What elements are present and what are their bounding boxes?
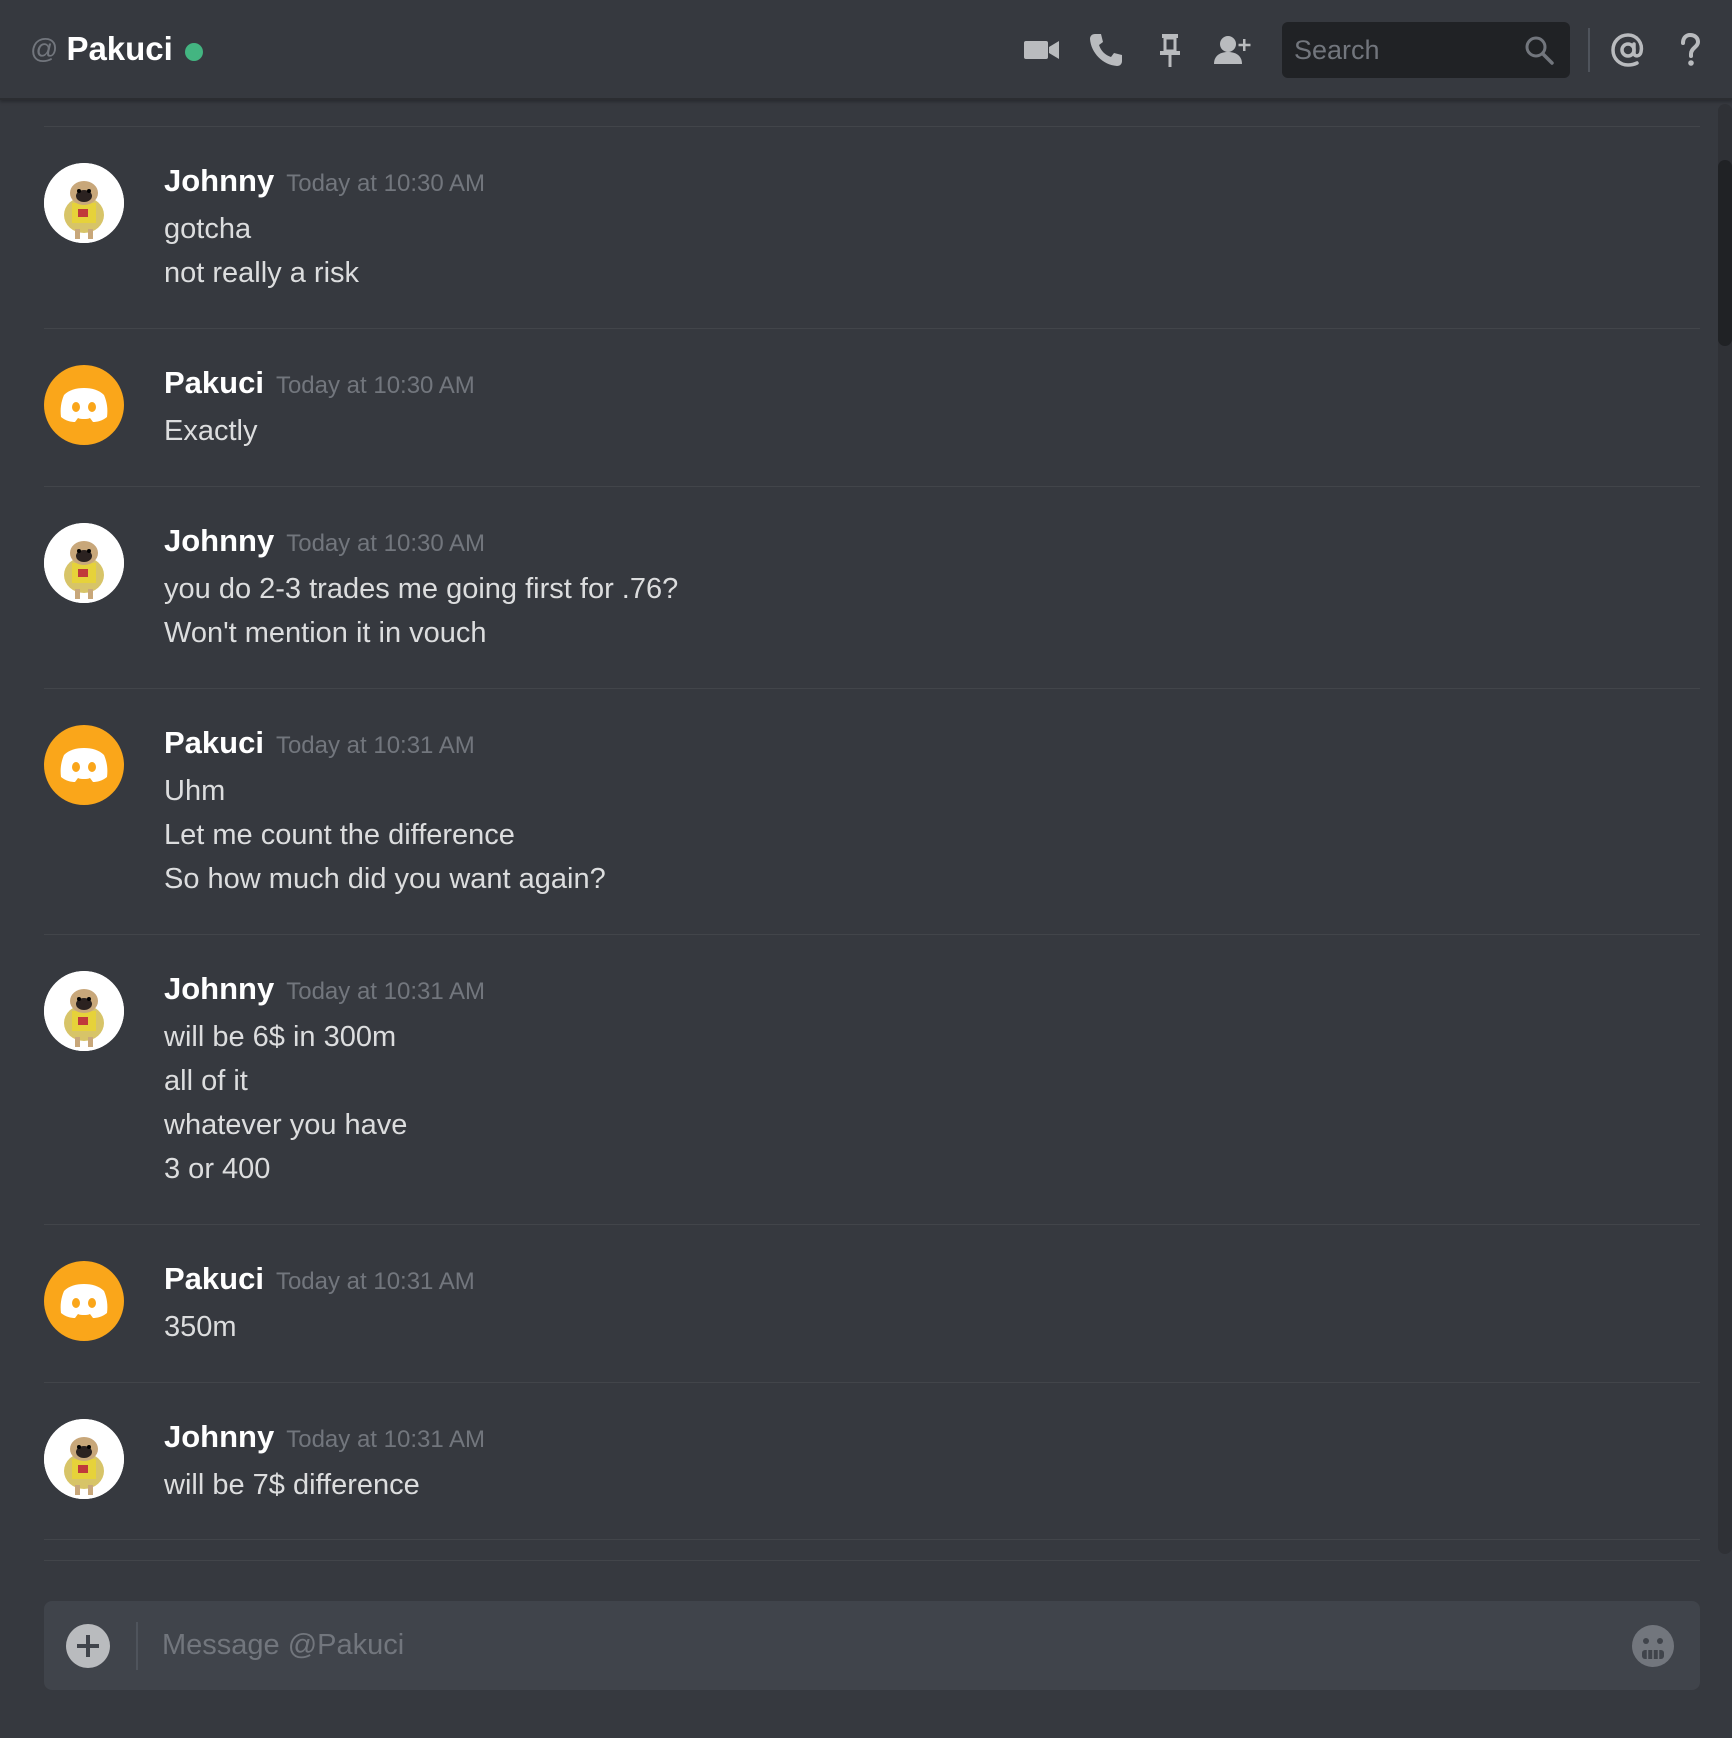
pug-avatar[interactable] [44,163,124,243]
help-icon [1681,32,1701,66]
message-header: Pakuci Today at 10:31 AM [164,1261,475,1305]
add-friend-icon [1214,36,1251,64]
scrollbar-thumb[interactable] [1718,160,1732,346]
message-group: Johnny Today at 10:31 AM will be 7$ diff… [44,1382,1700,1540]
add-attachment-icon [77,1634,99,1657]
message-timestamp: Today at 10:30 AM [286,530,486,557]
message-line: Uhm [164,775,226,807]
message-group: Johnny Today at 10:30 AM gotcha not real… [44,126,1700,328]
discord-logo-icon [60,1284,108,1318]
message-composer [44,1601,1700,1690]
message-timestamp: Today at 10:31 AM [286,978,486,1005]
message-header: Johnny Today at 10:31 AM [164,971,485,1015]
channel-title-area: @ Pakuci [30,30,203,68]
channel-name[interactable]: Pakuci [66,30,172,68]
message-group: Pakuci Today at 10:31 AM 350m [44,1224,1700,1382]
pug-avatar-icon [44,163,124,243]
pug-avatar[interactable] [44,523,124,603]
author-name[interactable]: Pakuci [164,365,264,401]
video-icon [1024,41,1059,59]
emoji-icon[interactable] [1630,1623,1676,1669]
message-header: Johnny Today at 10:31 AM [164,1419,485,1463]
message-timestamp: Today at 10:30 AM [275,372,475,399]
add-attachment-button[interactable] [66,1623,110,1668]
message-content: Pakuci Today at 10:31 AM Uhm Let me coun… [164,725,606,901]
message-line: So how much did you want again? [164,863,606,895]
message-list[interactable]: Johnny Today at 10:30 AM gotcha not real… [0,100,1718,1560]
message-header: Johnny Today at 10:30 AM [164,523,678,567]
mention-icon [1611,33,1644,67]
help-button[interactable] [1668,28,1712,72]
message-timestamp: Today at 10:31 AM [275,732,475,759]
app-window: @ Pakuci Search Johnny Today at 10:30 AM… [0,0,1732,1738]
message-line: Let me count the difference [164,819,515,851]
message-line: all of it [164,1065,248,1097]
channel-header: @ Pakuci Search [0,0,1732,100]
message-line: Exactly [164,415,258,447]
message-timestamp: Today at 10:31 AM [275,1268,475,1295]
composer-divider [136,1621,138,1670]
video-call-button[interactable] [1020,28,1064,72]
mentions-button[interactable] [1606,28,1650,72]
search-bar[interactable]: Search [1282,22,1570,78]
message-timestamp: Today at 10:30 AM [286,170,486,197]
discord-logo-icon [60,748,108,782]
message-content: Pakuci Today at 10:31 AM 350m [164,1261,475,1349]
discord-logo-icon [60,388,108,422]
discord-default-avatar[interactable] [44,725,124,805]
pug-avatar[interactable] [44,971,124,1051]
author-name[interactable]: Johnny [164,971,274,1007]
message-group: Pakuci Today at 10:31 AM Uhm Let me coun… [44,688,1700,934]
message-group: Pakuci Today at 10:30 AM Exactly [44,328,1700,486]
voice-call-button[interactable] [1084,28,1128,72]
pinned-messages-button[interactable] [1148,28,1192,72]
header-divider [1588,28,1590,72]
message-timestamp: Today at 10:31 AM [286,1426,486,1453]
author-name[interactable]: Johnny [164,163,274,199]
message-header: Pakuci Today at 10:30 AM [164,365,475,409]
message-line: you do 2-3 trades me going first for .76… [164,573,679,605]
message-header: Johnny Today at 10:30 AM [164,163,485,207]
message-content: Johnny Today at 10:30 AM you do 2-3 trad… [164,523,678,655]
message-line: gotcha [164,213,252,245]
discord-default-avatar[interactable] [44,1261,124,1341]
pug-avatar[interactable] [44,1419,124,1499]
at-symbol-icon: @ [30,33,59,64]
author-name[interactable]: Pakuci [164,1261,264,1297]
message-content: Johnny Today at 10:30 AM gotcha not real… [164,163,485,295]
divider [44,1560,1700,1561]
message-content: Pakuci Today at 10:30 AM Exactly [164,365,475,453]
message-line: Won't mention it in vouch [164,617,487,649]
message-line: whatever you have [164,1109,408,1141]
message-line: not really a risk [164,257,360,289]
message-line: will be 7$ difference [164,1469,420,1501]
message-header: Pakuci Today at 10:31 AM [164,725,606,769]
author-name[interactable]: Johnny [164,523,274,559]
discord-default-avatar[interactable] [44,365,124,445]
message-line: 3 or 400 [164,1153,271,1185]
message-group: Johnny Today at 10:30 AM you do 2-3 trad… [44,486,1700,688]
author-name[interactable]: Johnny [164,1419,274,1455]
search-input[interactable]: Search [1294,35,1522,66]
message-content: Johnny Today at 10:31 AM will be 7$ diff… [164,1419,485,1507]
author-name[interactable]: Pakuci [164,725,264,761]
pug-avatar-icon [44,523,124,603]
message-line: will be 6$ in 300m [164,1021,397,1053]
message-content: Johnny Today at 10:31 AM will be 6$ in 3… [164,971,485,1191]
message-line: 350m [164,1311,237,1343]
pin-icon [1160,34,1180,67]
pug-avatar-icon [44,1419,124,1499]
pug-avatar-icon [44,971,124,1051]
search-icon[interactable] [1522,33,1556,67]
add-friend-button[interactable] [1210,28,1254,72]
message-group: Johnny Today at 10:31 AM will be 6$ in 3… [44,934,1700,1224]
phone-icon [1090,34,1122,66]
message-input[interactable] [162,1615,1630,1676]
online-status-icon [184,43,203,61]
